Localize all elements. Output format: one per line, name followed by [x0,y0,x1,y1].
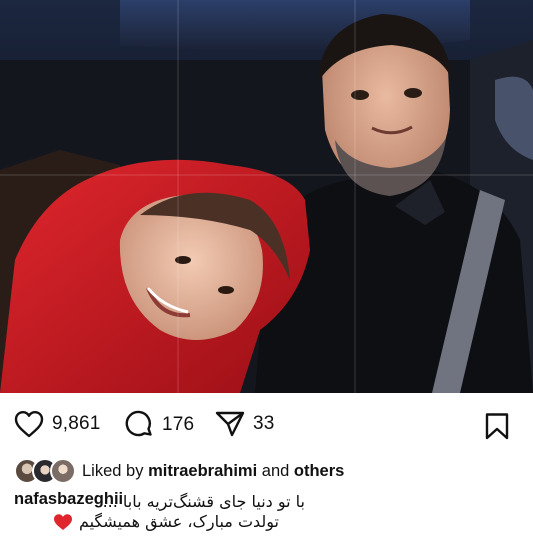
post-action-bar: 9,861 176 33 [0,400,533,452]
bookmark-icon [485,413,509,440]
heart-outline-icon [14,411,44,438]
share-count: 33 [253,413,275,434]
liked-by-row: Liked by mitraebrahimi and others [14,458,344,484]
post-photo-illustration [0,0,533,393]
liked-by-connector: and [261,461,290,480]
liked-by-avatars[interactable] [14,458,78,484]
like-button[interactable]: 9,861 [14,410,101,438]
liked-by-others-link[interactable]: others [294,462,344,481]
save-button[interactable] [484,412,510,440]
avatar [50,458,76,484]
liked-by-prefix: Liked by [82,461,144,480]
caption-line-2: تولدت مبارک، عشق همیشگیم [78,512,279,531]
paper-plane-icon [215,411,245,437]
comment-bubble-icon [125,410,152,437]
liked-by-user-link[interactable]: mitraebrahimi [148,462,257,481]
share-button[interactable]: 33 [215,410,275,438]
caption-line-2-row: تولدت مبارک، عشق همیشگیم [53,512,279,531]
comment-button[interactable]: 176 [124,410,194,440]
red-heart-emoji-icon [53,513,72,530]
post-photo[interactable] [0,0,533,393]
like-count: 9,861 [52,413,101,434]
caption-line-1: با تو دنیا جای قشنگ‌تریه بابا ... [102,492,305,511]
comment-count: 176 [162,414,195,435]
